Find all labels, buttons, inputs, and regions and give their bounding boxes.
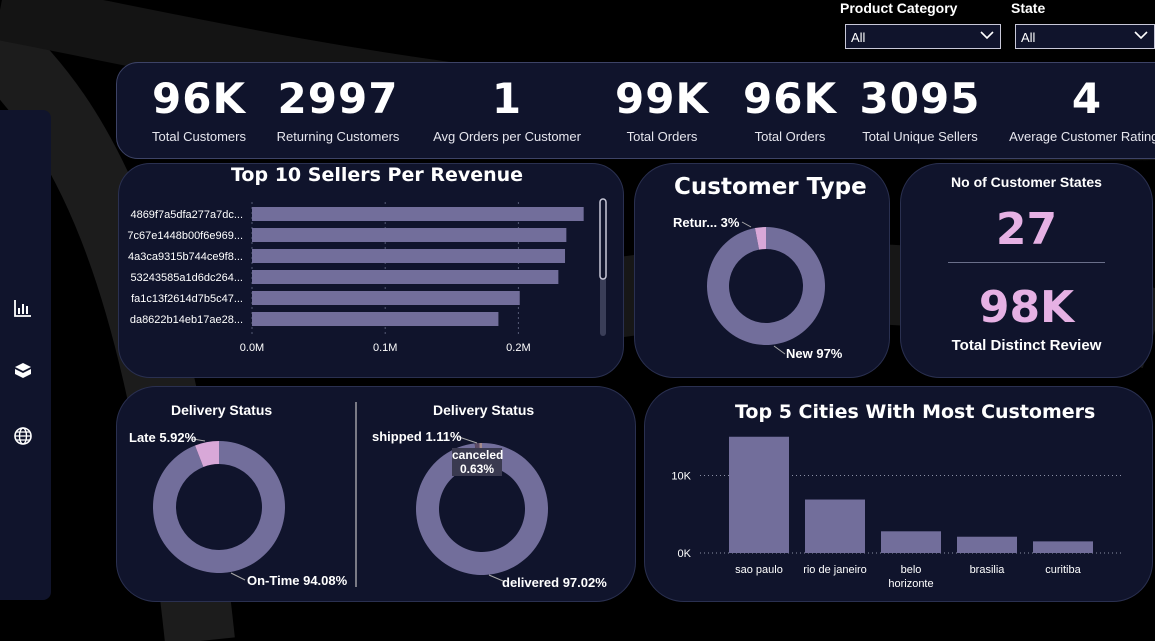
seller-label: fa1c13f2614d7b5c47... [131, 293, 243, 305]
kpi-total-customers: 96K Total Customers [124, 71, 274, 144]
chevron-down-icon [980, 31, 994, 40]
city-bar [805, 499, 865, 553]
city-bar [1033, 541, 1093, 553]
kpi-value: 96K [743, 74, 837, 123]
kpi-value: 3095 [859, 74, 981, 123]
divider [948, 262, 1105, 263]
distinct-review-value: 98K [978, 282, 1075, 333]
kpi-total-orders-2: 96K Total Orders [715, 71, 865, 144]
kpi-label: Total Customers [152, 129, 246, 144]
customer-states-panel: No of Customer States 27 98K Total Disti… [900, 163, 1153, 378]
city-bar [729, 436, 789, 553]
kpi-label: Returning Customers [276, 129, 400, 144]
scrollbar-thumb [599, 198, 607, 280]
customer-type-panel: Customer Type Retur... 3% New 97% [634, 163, 890, 378]
delivery-status-donuts [153, 436, 548, 582]
x-tick-label: 0.0M [240, 342, 264, 354]
y-tick-label: 0K [678, 548, 692, 560]
kpi-label: Avg Orders per Customer [433, 129, 581, 144]
city-bar [957, 536, 1017, 553]
seller-label: 4869f7a5dfa277a7dc... [130, 209, 243, 221]
late-slice-label: Late 5.92% [129, 430, 197, 445]
delivered-slice-label: delivered 97.02% [502, 575, 607, 590]
seller-bar [252, 228, 567, 242]
city-label: sao paulo [735, 564, 783, 576]
kpi-returning-customers: 2997 Returning Customers [263, 71, 413, 144]
chevron-down-icon [1134, 31, 1148, 40]
y-tick-label: 10K [671, 471, 691, 483]
ontime-slice-label: On-Time 94.08% [247, 573, 348, 588]
kpi-value: 4 [1071, 74, 1103, 123]
x-tick-label: 0.1M [373, 342, 397, 354]
city-bar [881, 531, 941, 553]
state-filter-label: State [1011, 0, 1046, 16]
seller-label: 7c67e1448b00f6e969... [127, 230, 243, 242]
new-slice-label: New 97% [786, 346, 843, 361]
customer-states-value: 27 [995, 204, 1058, 255]
kpi-value: 1 [491, 74, 523, 123]
leader-line [773, 345, 786, 355]
state-value: All [1021, 30, 1036, 45]
kpi-average-customer-ratings: 4 Average Customer Ratings [1007, 71, 1155, 144]
city-label: rio de janeiro [803, 564, 867, 576]
kpi-label: Total Unique Sellers [862, 129, 978, 144]
city-label: brasilia [970, 564, 1006, 576]
seller-bar [252, 249, 566, 263]
kpi-value: 2997 [277, 74, 399, 123]
seller-label: 53243585a1d6dc264... [130, 272, 243, 284]
leader-line [230, 572, 246, 581]
kpi-label: Total Orders [754, 129, 826, 144]
box-icon[interactable] [13, 360, 33, 380]
sellers-bar-chart: 0.0M 0.1M 0.2M 4869f7a5dfa277a7dc... 7c67e14… [127, 198, 607, 354]
product-category-value: All [851, 30, 866, 45]
seller-label: 4a3ca9315b744ce9f8... [128, 251, 243, 263]
city-label: belo [901, 564, 922, 576]
seller-bar [252, 312, 499, 326]
delivery-status-panel: Delivery Status Delivery Status Late 5.9… [116, 386, 636, 602]
kpi-label: Average Customer Ratings [1009, 129, 1155, 144]
state-dropdown[interactable]: All [1015, 24, 1155, 49]
kpi-bar: 96K Total Customers 2997 Returning Custo… [116, 62, 1155, 159]
seller-bar [252, 291, 520, 305]
customer-states-title: No of Customer States [951, 174, 1102, 190]
sidebar [0, 110, 51, 600]
sellers-panel: Top 10 Sellers Per Revenue 0.0M 0.1M 0.2M 4… [118, 163, 624, 378]
bar-chart-icon[interactable] [13, 298, 33, 318]
seller-label: da8622b14eb17ae28... [130, 314, 243, 326]
city-label: horizonte [888, 578, 933, 590]
kpi-value: 96K [152, 74, 246, 123]
shipped-slice-label: shipped 1.11% [372, 429, 462, 444]
canceled-slice-label: canceled 0.63% [452, 448, 504, 476]
returning-slice-label: Retur... 3% [673, 215, 740, 230]
city-label: curitiba [1045, 564, 1081, 576]
leader-line [488, 574, 504, 582]
kpi-avg-orders: 1 Avg Orders per Customer [417, 71, 597, 144]
distinct-review-label: Total Distinct Review [951, 337, 1102, 354]
seller-bar [252, 207, 584, 221]
customer-type-donut [707, 221, 825, 355]
kpi-total-unique-sellers: 3095 Total Unique Sellers [845, 71, 995, 144]
x-tick-label: 0.2M [506, 342, 530, 354]
cities-panel: Top 5 Cities With Most Customers 10K 0K sa… [644, 386, 1153, 602]
leader-line [741, 221, 752, 228]
globe-icon[interactable] [13, 426, 33, 446]
cities-bar-chart: 10K 0K sao paulo rio de janeiro belo horizont… [671, 436, 1123, 590]
seller-bar [252, 270, 559, 284]
product-category-filter-label: Product Category [840, 0, 958, 16]
product-category-dropdown[interactable]: All [845, 24, 1001, 49]
